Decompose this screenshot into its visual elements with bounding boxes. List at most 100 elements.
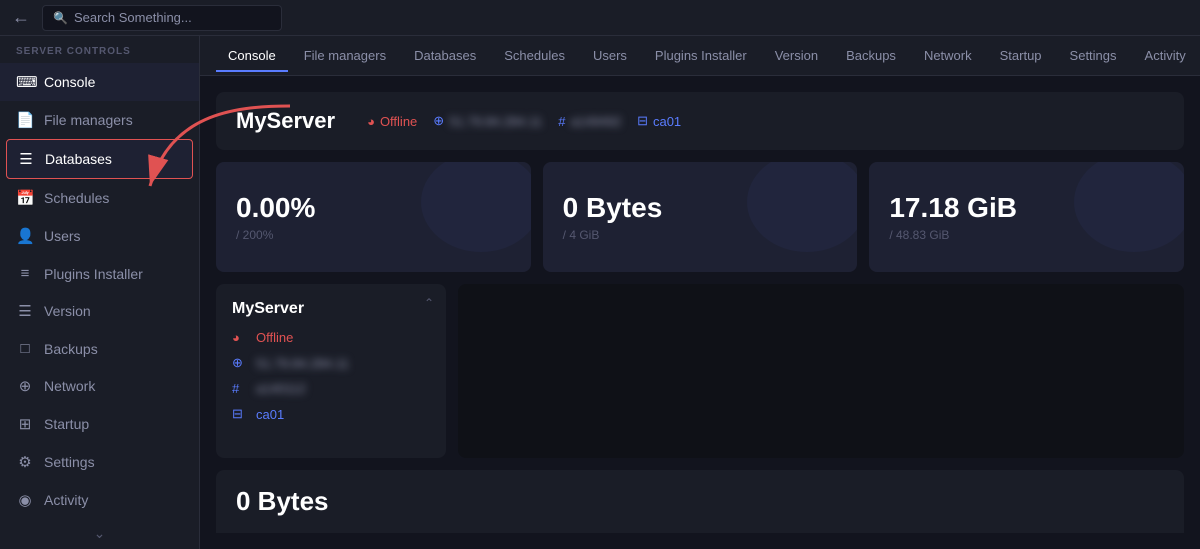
back-button[interactable]: ← [12,7,30,28]
sidebar-item-startup[interactable]: ⊞ Startup [0,405,199,443]
sidebar-label-plugins: Plugins Installer [44,266,143,282]
sidebar-item-settings[interactable]: ⚙ Settings [0,443,199,481]
globe-icon: ⊕ [433,113,444,129]
stat-card-disk: 17.18 GiB / 48.83 GiB [869,162,1184,272]
search-bar[interactable]: 🔍 Search Something... [42,5,282,31]
version-icon: ☰ [16,302,34,320]
sidebar-item-schedules[interactable]: 📅 Schedules [0,179,199,217]
server-ip: ⊕ 51.79.84.284.11 [433,113,542,129]
cpu-value: 0.00% [236,192,511,224]
detail-location-row: ⊟ ca01 [232,406,430,422]
sidebar-item-plugins-installer[interactable]: ≡ Plugins Installer [0,255,199,292]
stat-card-memory: 0 Bytes / 4 GiB [543,162,858,272]
detail-location-icon: ⊟ [232,406,248,422]
detail-location-text: ca01 [256,407,284,422]
sidebar-item-version[interactable]: ☰ Version [0,292,199,330]
sidebar-item-network[interactable]: ⊕ Network [0,367,199,405]
console-icon: ⌨ [16,73,34,91]
location-icon: ⊟ [637,113,648,129]
bottom-stat: 0 Bytes [216,470,1184,533]
detail-server-name: MyServer [232,300,430,318]
tab-backups[interactable]: Backups [834,40,908,71]
sidebar-label-activity: Activity [44,492,88,508]
bottom-stat-value: 0 Bytes [236,486,329,516]
main-content: Console File managers Databases Schedule… [200,36,1200,549]
server-detail-section: MyServer ⌃ ◕ Offline ⊕ 51.79.84.284.11 #… [216,284,1184,458]
server-meta: ◕ Offline ⊕ 51.79.84.284.11 # a149492 ⊟ … [367,113,681,129]
server-location-text: ca01 [653,114,681,129]
plugins-icon: ≡ [16,265,34,282]
detail-hash-text: a140112 [256,381,306,396]
tab-plugins-installer[interactable]: Plugins Installer [643,40,759,71]
sidebar-label-backups: Backups [44,341,98,357]
detail-status-text: Offline [256,330,293,345]
sidebar-item-databases[interactable]: ☰ Databases [6,139,193,179]
tab-users[interactable]: Users [581,40,639,71]
users-icon: 👤 [16,227,34,245]
sidebar-item-users[interactable]: 👤 Users [0,217,199,255]
sidebar-item-activity[interactable]: ◉ Activity [0,481,199,519]
sidebar-item-console[interactable]: ⌨ Console [0,63,199,101]
server-header-card: MyServer ◕ Offline ⊕ 51.79.84.284.11 # a… [216,92,1184,150]
sidebar-label-schedules: Schedules [44,190,109,206]
memory-sub: / 4 GiB [563,228,838,242]
sidebar-label-console: Console [44,74,95,90]
tab-schedules[interactable]: Schedules [492,40,577,71]
detail-ip-text: 51.79.84.284.11 [256,356,349,371]
disk-sub: / 48.83 GiB [889,228,1164,242]
network-icon: ⊕ [16,377,34,395]
cpu-sub: / 200% [236,228,511,242]
offline-icon: ◕ [367,114,375,129]
detail-ip-row: ⊕ 51.79.84.284.11 [232,355,430,371]
sidebar-label-databases: Databases [45,151,112,167]
hash-icon: # [558,114,565,129]
sidebar-label-users: Users [44,228,81,244]
tab-version[interactable]: Version [763,40,830,71]
sidebar-item-file-managers[interactable]: 📄 File managers [0,101,199,139]
tab-settings[interactable]: Settings [1058,40,1129,71]
disk-value: 17.18 GiB [889,192,1164,224]
sidebar-label-file-managers: File managers [44,112,133,128]
server-status-text: Offline [380,114,417,129]
sidebar-label-version: Version [44,303,91,319]
server-ip-text: 51.79.84.284.11 [449,114,542,129]
tab-databases[interactable]: Databases [402,40,488,71]
stat-card-cpu: 0.00% / 200% [216,162,531,272]
schedules-icon: 📅 [16,189,34,207]
databases-icon: ☰ [17,150,35,168]
server-name-heading: MyServer [236,108,335,134]
detail-globe-icon: ⊕ [232,355,248,371]
top-bar: ← 🔍 Search Something... [0,0,1200,36]
right-panel [458,284,1184,458]
tab-network[interactable]: Network [912,40,984,71]
content-wrapper: SERVER CONTROLS ⌨ Console 📄 File manager… [0,36,1200,549]
activity-icon: ◉ [16,491,34,509]
backups-icon: □ [16,340,34,357]
sidebar-scroll-down[interactable]: ⌄ [0,519,199,547]
tab-console[interactable]: Console [216,40,288,71]
detail-status-row: ◕ Offline [232,330,430,345]
tab-file-managers[interactable]: File managers [292,40,398,71]
tab-activity[interactable]: Activity [1133,40,1198,71]
memory-value: 0 Bytes [563,192,838,224]
sidebar: SERVER CONTROLS ⌨ Console 📄 File manager… [0,36,200,549]
startup-icon: ⊞ [16,415,34,433]
sidebar-label-startup: Startup [44,416,89,432]
tabs-bar: Console File managers Databases Schedule… [200,36,1200,76]
settings-icon: ⚙ [16,453,34,471]
detail-offline-icon: ◕ [232,330,248,345]
content-body: MyServer ◕ Offline ⊕ 51.79.84.284.11 # a… [200,76,1200,549]
sidebar-item-backups[interactable]: □ Backups [0,330,199,367]
server-detail-card: MyServer ⌃ ◕ Offline ⊕ 51.79.84.284.11 #… [216,284,446,458]
tab-startup[interactable]: Startup [988,40,1054,71]
server-location: ⊟ ca01 [637,113,681,129]
file-managers-icon: 📄 [16,111,34,129]
chevron-up-icon: ⌃ [424,296,434,310]
search-text: Search Something... [74,10,192,25]
sidebar-label-network: Network [44,378,95,394]
stats-row: 0.00% / 200% 0 Bytes / 4 GiB 17.18 GiB /… [216,162,1184,272]
detail-hash-row: # a140112 [232,381,430,396]
server-hash: # a149492 [558,114,621,129]
server-hash-text: a149492 [570,114,621,129]
server-status: ◕ Offline [367,114,417,129]
